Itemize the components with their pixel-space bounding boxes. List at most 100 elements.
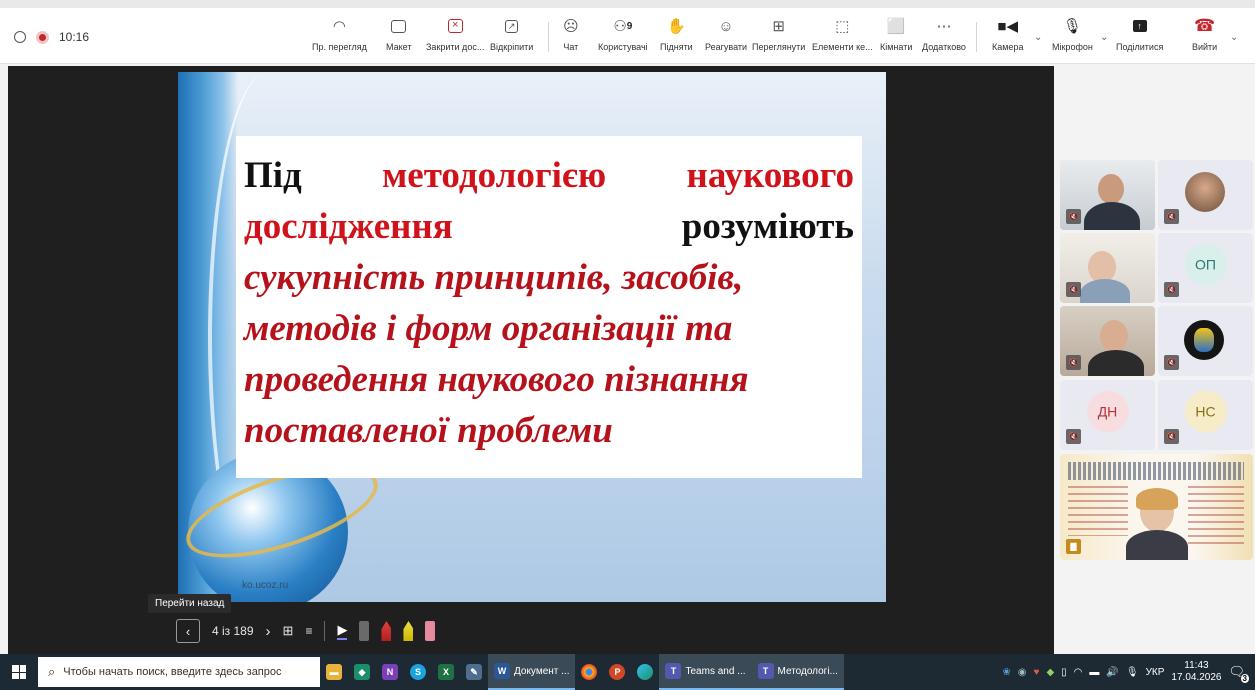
slide-line-2: дослідження розуміють	[244, 206, 854, 247]
red-pen-icon[interactable]	[381, 621, 392, 641]
people-button[interactable]: ⚇ 9 Користувачі	[598, 14, 648, 62]
participant-tile-5[interactable]: 🔇	[1060, 306, 1155, 376]
participant-tile-3[interactable]: 🔇	[1060, 233, 1155, 303]
slide-line-3: сукупність принципів, засобів,	[244, 257, 744, 298]
layout-button[interactable]: Макет	[386, 14, 411, 62]
taskbar-search-box[interactable]: ⌕ Чтобы начать поиск, введите здесь запр…	[38, 657, 320, 687]
people-icon: ⚇ 9	[613, 18, 633, 35]
previous-slide-button[interactable]: ‹	[176, 619, 200, 643]
powerpoint-taskbar-button[interactable]: P	[603, 654, 631, 690]
network-icon[interactable]: ▬	[1089, 667, 1099, 678]
settings-sliders-icon[interactable]: ≡	[305, 624, 312, 638]
previous-slide-tooltip: Перейти назад	[148, 594, 232, 613]
powerpoint-icon: P	[609, 664, 626, 680]
app-taskbar-button[interactable]: ◆	[348, 654, 376, 690]
preview-button[interactable]: ◠ Пр. перегляд	[312, 14, 367, 62]
slide-controls: ‹ 4 із 189 › ⊞ ≡ ▶	[176, 618, 436, 644]
share-button[interactable]: ↑ Поділитися	[1116, 14, 1163, 62]
highlighter-icon[interactable]	[403, 621, 414, 641]
system-tray: ❀ ◉ ♥ ◆ ▯ ◠ ▬ 🔊 🎙 УКР 11:43 17.04.2026 🗨…	[1002, 654, 1255, 690]
chrome-icon	[581, 664, 598, 680]
excel-taskbar-button[interactable]: X	[432, 654, 460, 690]
muted-mic-icon: 🔇	[1164, 209, 1179, 224]
taskbar-clock[interactable]: 11:43 17.04.2026	[1171, 660, 1221, 684]
wifi-icon[interactable]: ◠	[1074, 667, 1083, 678]
word-icon: W	[494, 663, 510, 679]
eraser-tool-icon[interactable]	[359, 621, 370, 641]
onenote-taskbar-button[interactable]: N	[376, 654, 404, 690]
apps-button[interactable]: ⬚ Елементи ке...	[812, 14, 873, 62]
slide-line-4: методів і форм організації та	[244, 308, 733, 349]
presentation-slide: ko.ucoz.ru Під методологією наукового до…	[178, 72, 886, 602]
tray-app-icon[interactable]: ◉	[1018, 667, 1027, 678]
grid-view-icon[interactable]: ⊞	[283, 623, 294, 639]
raise-hand-button[interactable]: ✋ Підняти	[660, 14, 693, 62]
speaking-indicator-icon: ▇	[1066, 539, 1081, 554]
slide-line-1: Під методологією наукового	[244, 155, 854, 196]
tray-app-icon[interactable]: ◆	[1046, 667, 1054, 678]
camera-button[interactable]: ■◀ Камера	[992, 14, 1023, 62]
pointer-tool-icon[interactable]: ▶	[337, 622, 348, 640]
view-icon: ⊞	[772, 18, 785, 35]
view-button[interactable]: ⊞ Переглянути	[752, 14, 805, 62]
teams-taskbar-button-2[interactable]: T Методологі...	[751, 654, 844, 690]
react-icon: ☺	[718, 17, 734, 35]
pink-eraser-icon[interactable]	[425, 621, 436, 641]
muted-mic-icon: 🔇	[1164, 355, 1179, 370]
chat-button[interactable]: ☹ Чат	[563, 14, 579, 62]
start-button[interactable]	[0, 654, 38, 690]
muted-mic-icon: 🔇	[1066, 429, 1081, 444]
excel-icon: X	[438, 664, 454, 680]
unpin-button[interactable]: ↗ Відкріпити	[490, 14, 533, 62]
meeting-toolbar: 10:16 ◠ Пр. перегляд Макет × Закрити дос…	[0, 8, 1255, 64]
camera-icon: ■◀	[997, 18, 1019, 35]
chrome-taskbar-button[interactable]	[575, 654, 603, 690]
participant-tile-4[interactable]: ОП 🔇	[1158, 233, 1253, 303]
skype-taskbar-button[interactable]: S	[404, 654, 432, 690]
teams-taskbar-button-1[interactable]: T Teams and ...	[659, 654, 752, 690]
muted-mic-icon: 🔇	[1066, 282, 1081, 297]
chevron-left-icon: ‹	[185, 623, 191, 639]
file-explorer-taskbar-button[interactable]: ▬	[320, 654, 348, 690]
stop-sharing-button[interactable]: × Закрити дос...	[426, 14, 484, 62]
participant-tile-7[interactable]: ДН 🔇	[1060, 380, 1155, 450]
participant-tile-1[interactable]: 🔇	[1060, 160, 1155, 230]
leave-options-chevron-icon[interactable]: ⌄	[1230, 32, 1238, 43]
react-button[interactable]: ☺ Реагувати	[705, 14, 747, 62]
tray-app-icon[interactable]: ❀	[1002, 667, 1010, 678]
toolbar-divider	[976, 22, 977, 52]
raise-hand-icon: ✋	[667, 18, 686, 35]
word-taskbar-button[interactable]: W Документ ...	[488, 654, 576, 690]
language-indicator[interactable]: УКР	[1146, 667, 1165, 678]
slide-line-6: поставленої проблеми	[244, 410, 613, 451]
muted-mic-icon: 🔇	[1164, 429, 1179, 444]
participant-tile-6[interactable]: 🔇	[1158, 306, 1253, 376]
tray-app-icon[interactable]: ♥	[1034, 667, 1040, 678]
teams-icon: T	[665, 663, 682, 679]
shared-content-stage: ko.ucoz.ru Під методологією наукового до…	[8, 66, 1054, 656]
battery-icon[interactable]: ▯	[1061, 667, 1067, 678]
share-icon: ↑	[1132, 14, 1147, 38]
meeting-status: 10:16	[14, 30, 89, 44]
unpin-icon: ↗	[505, 14, 519, 38]
paint-taskbar-button[interactable]: ✎	[460, 654, 488, 690]
camera-options-chevron-icon[interactable]: ⌄	[1034, 32, 1042, 43]
rooms-button[interactable]: ⬜ Кімнати	[880, 14, 912, 62]
volume-icon[interactable]: 🔊	[1106, 667, 1118, 678]
more-button[interactable]: ⋯ Додатково	[922, 14, 966, 62]
mic-options-chevron-icon[interactable]: ⌄	[1100, 32, 1108, 43]
leave-button[interactable]: ☎ Вийти	[1192, 14, 1217, 62]
active-speaker-tile[interactable]: ▇	[1060, 454, 1253, 560]
onenote-icon: N	[382, 664, 398, 680]
preview-icon: ◠	[332, 18, 346, 35]
microphone-button[interactable]: 🎙 Мікрофон	[1052, 14, 1093, 62]
leave-icon: ☎	[1194, 16, 1216, 35]
meeting-timer: 10:16	[59, 30, 90, 44]
windows-icon	[12, 665, 26, 679]
notifications-icon[interactable]: 🗨 3	[1228, 664, 1249, 683]
mic-tray-icon[interactable]: 🎙	[1126, 667, 1139, 678]
participant-tile-8[interactable]: НС 🔇	[1158, 380, 1253, 450]
next-slide-button[interactable]: ›	[266, 623, 271, 640]
participant-tile-2[interactable]: 🔇	[1158, 160, 1253, 230]
edge-taskbar-button[interactable]	[631, 654, 659, 690]
